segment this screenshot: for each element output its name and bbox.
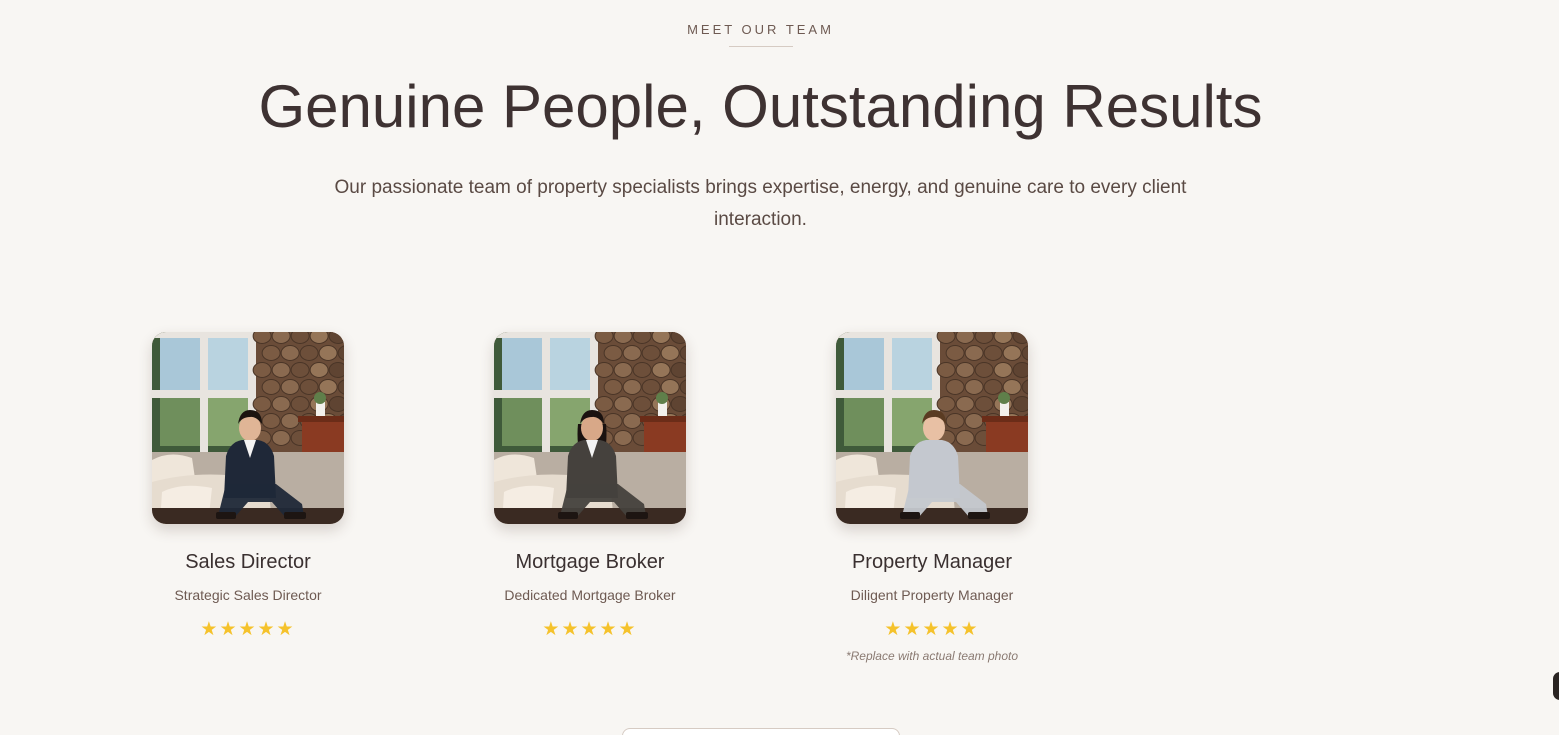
team-member-role: Strategic Sales Director xyxy=(174,587,322,603)
team-photo xyxy=(152,332,344,524)
team-card-sales-director[interactable]: Sales Director Strategic Sales Director … xyxy=(152,332,344,640)
section-subtitle: Our passionate team of property speciali… xyxy=(334,177,1187,230)
section-headline: Genuine People, Outstanding Results xyxy=(258,73,1263,140)
team-photo xyxy=(836,332,1028,524)
section-eyebrow: MEET OUR TEAM xyxy=(687,22,834,37)
team-section: MEET OUR TEAM Genuine People, Outstandin… xyxy=(0,0,1559,735)
star-rating: ★★★★★ xyxy=(200,619,296,640)
team-member-role: Dedicated Mortgage Broker xyxy=(504,587,676,603)
photo-placeholder-note: *Replace with actual team photo xyxy=(845,649,1019,663)
eyebrow-divider xyxy=(729,46,793,47)
star-rating: ★★★★★ xyxy=(542,619,638,640)
team-photo xyxy=(494,332,686,524)
team-card-mortgage-broker[interactable]: Mortgage Broker Dedicated Mortgage Broke… xyxy=(494,332,686,640)
team-member-role: Diligent Property Manager xyxy=(850,587,1014,603)
team-photo-man-grey-shirt xyxy=(836,332,1028,524)
team-card-property-manager[interactable]: Property Manager Diligent Property Manag… xyxy=(836,332,1028,663)
chat-widget-button[interactable] xyxy=(1553,672,1559,700)
team-member-title: Property Manager xyxy=(851,551,1013,573)
team-photo-woman-grey-suit xyxy=(494,332,686,524)
team-photo-man-navy-suit xyxy=(152,332,344,524)
star-rating: ★★★★★ xyxy=(884,619,980,640)
view-team-button[interactable] xyxy=(622,728,900,735)
team-member-title: Mortgage Broker xyxy=(515,551,665,573)
team-member-title: Sales Director xyxy=(185,551,311,573)
